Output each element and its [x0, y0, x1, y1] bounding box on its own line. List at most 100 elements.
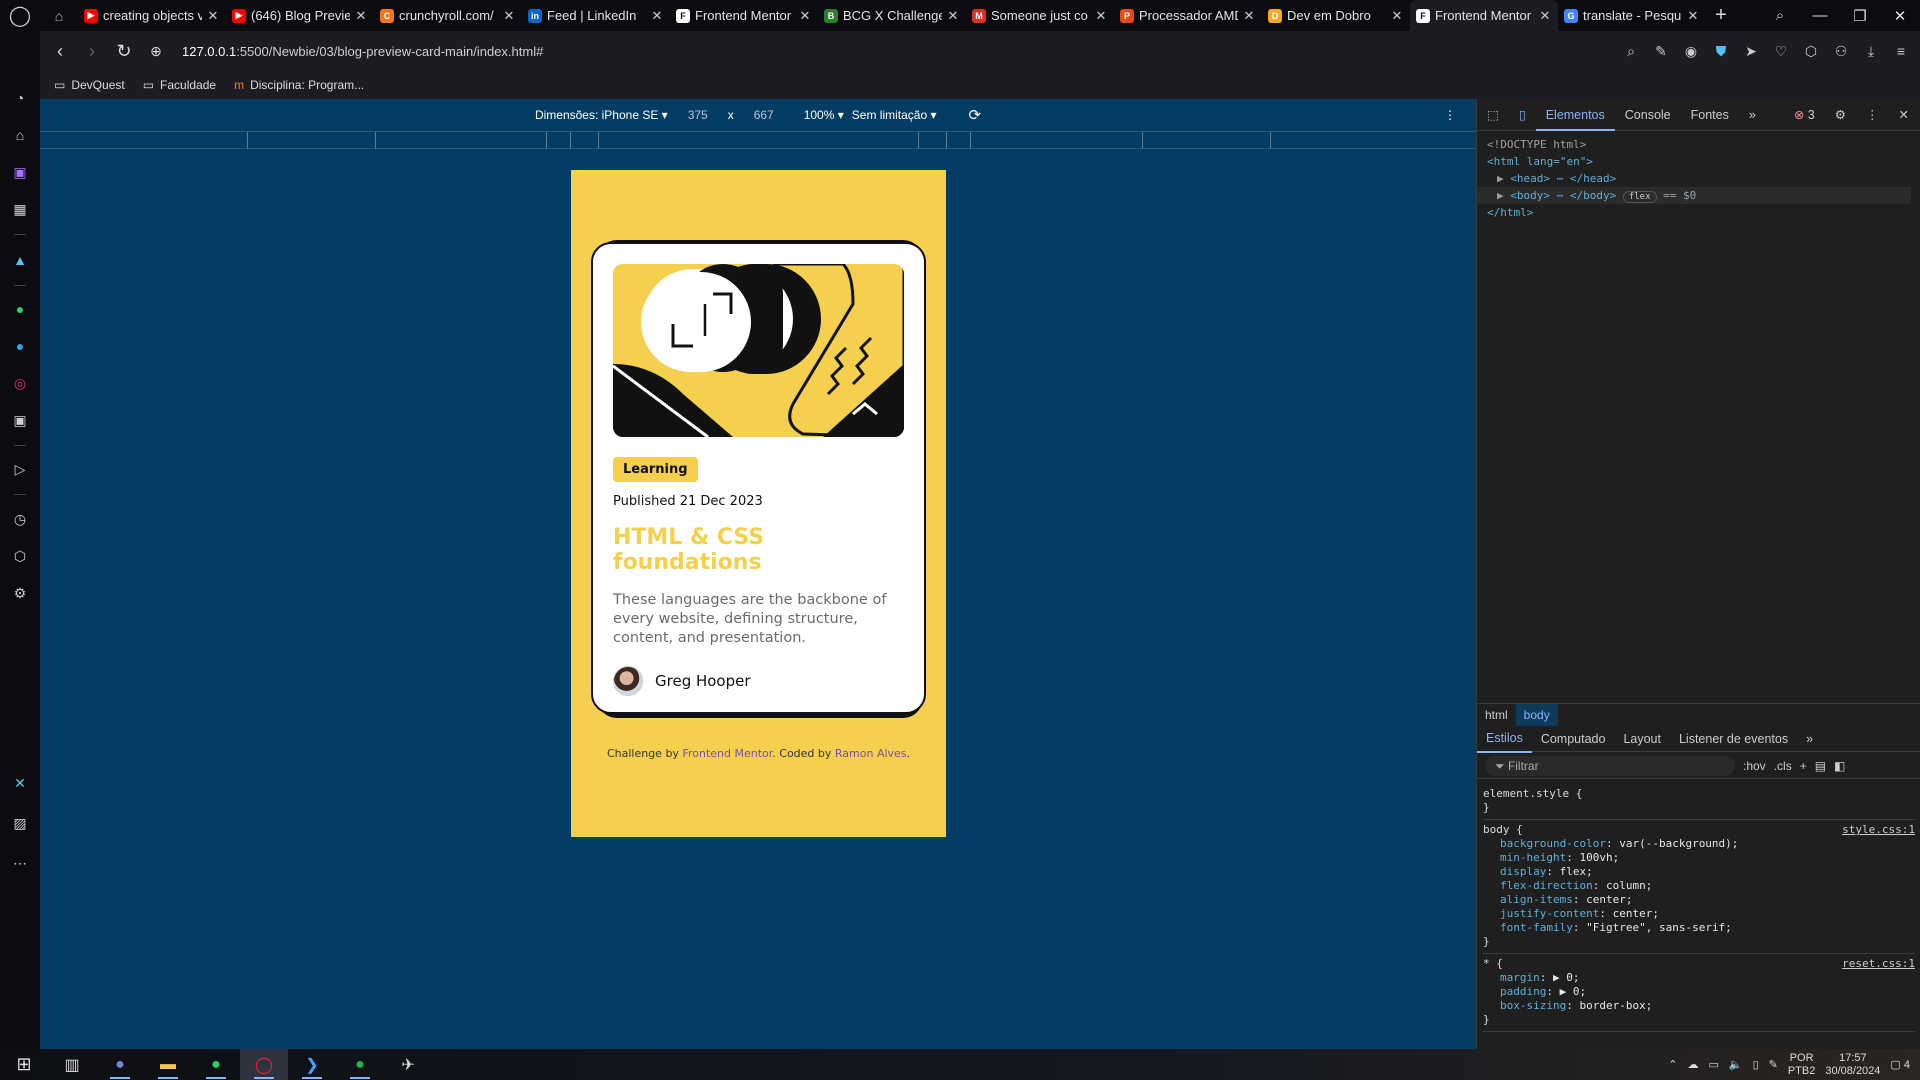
browser-tab[interactable]: F Frontend Mentor ✕ — [1410, 0, 1558, 31]
extensions-icon[interactable]: ⬡ — [1798, 43, 1824, 60]
css-value[interactable]: center; — [1613, 907, 1659, 920]
css-declaration[interactable]: font-family: "Figtree", sans-serif; — [1483, 921, 1915, 935]
css-property[interactable]: flex-direction — [1500, 879, 1593, 892]
settings-icon[interactable]: ⚙ — [1825, 99, 1856, 131]
clock[interactable]: 17:57 30/08/2024 — [1825, 1052, 1880, 1078]
bookmark-disciplina[interactable]: m Disciplina: Program... — [234, 78, 364, 92]
card-title[interactable]: HTML & CSS foundations — [613, 525, 904, 575]
css-declaration[interactable]: background-color: var(--background); — [1483, 837, 1915, 851]
css-property[interactable]: padding — [1500, 985, 1546, 998]
expand-arrow-icon[interactable]: ▶ — [1497, 172, 1510, 185]
workspaces-icon[interactable]: ⌂ — [40, 0, 78, 31]
css-declaration[interactable]: padding: ▶ 0; — [1483, 985, 1915, 999]
close-tab-icon[interactable]: ✕ — [502, 8, 516, 24]
vscode-taskbar-icon[interactable]: ❯ — [288, 1049, 336, 1080]
expand-arrow-icon[interactable]: ▶ — [1497, 189, 1510, 202]
css-value[interactable]: 100vh; — [1579, 851, 1619, 864]
reload-button[interactable]: ↻ — [108, 35, 140, 67]
height-input[interactable]: 667 — [742, 105, 786, 125]
chevron-up-icon[interactable]: ⌃ — [1668, 1058, 1677, 1071]
filter-input[interactable]: ⏷ Filtrar — [1485, 755, 1735, 776]
gallery-icon[interactable]: ▨ — [8, 811, 32, 835]
close-tab-icon[interactable]: ✕ — [1094, 8, 1108, 24]
author-link[interactable]: Ramon Alves — [835, 747, 907, 760]
close-tab-icon[interactable]: ✕ — [1390, 8, 1404, 24]
breadcrumb-body[interactable]: body — [1515, 703, 1558, 726]
css-value[interactable]: ▶ 0; — [1553, 971, 1580, 984]
edit-icon[interactable]: ✎ — [1648, 43, 1674, 60]
inspect-icon[interactable]: ⬚ — [1477, 99, 1509, 131]
minimize-button[interactable]: — — [1800, 0, 1840, 31]
css-declaration[interactable]: flex-direction: column; — [1483, 879, 1915, 893]
notifications-icon[interactable]: ▢ 4 — [1890, 1058, 1910, 1071]
player-icon[interactable]: ▦ — [8, 197, 32, 221]
dom-html-open[interactable]: <html lang="en"> — [1487, 153, 1911, 170]
media-query-ruler[interactable] — [40, 131, 1476, 149]
sidebar-toggle-icon[interactable]: ◧ — [1834, 759, 1845, 773]
speed-dial-icon[interactable]: ◔ — [8, 86, 32, 110]
css-property[interactable]: display — [1500, 865, 1546, 878]
css-property[interactable]: font-family — [1500, 921, 1573, 934]
flex-badge[interactable]: flex — [1622, 191, 1657, 203]
css-declaration[interactable]: box-sizing: border-box; — [1483, 999, 1915, 1013]
browser-tab[interactable]: P Processador AMD ✕ — [1114, 0, 1262, 31]
close-tab-icon[interactable]: ✕ — [206, 8, 220, 24]
close-tab-icon[interactable]: ✕ — [1686, 8, 1700, 24]
browser-tab[interactable]: M Someone just co ✕ — [966, 0, 1114, 31]
language-indicator[interactable]: POR PTB2 — [1788, 1052, 1816, 1078]
new-rule-icon[interactable]: + — [1800, 759, 1807, 773]
rule-source-link[interactable]: style.css:1 — [1842, 823, 1915, 837]
css-property[interactable]: margin — [1500, 971, 1540, 984]
css-value[interactable]: var(--background); — [1619, 837, 1738, 850]
restore-button[interactable]: ❐ — [1840, 0, 1880, 31]
aria-icon[interactable]: ⌂ — [8, 123, 32, 147]
style-rule[interactable]: * {reset.css:1 margin: ▶ 0; padding: ▶ 0; b… — [1483, 954, 1915, 1032]
tab-computed[interactable]: Computado — [1532, 726, 1615, 752]
new-tab-button[interactable]: + — [1706, 4, 1736, 27]
browser-tab[interactable]: in Feed | LinkedIn ✕ — [522, 0, 670, 31]
adblock-shield-icon[interactable]: ⛊ — [1708, 43, 1734, 60]
close-tab-icon[interactable]: ✕ — [650, 8, 664, 24]
browser-tab[interactable]: ▶ (646) Blog Previe ✕ — [226, 0, 374, 31]
more-tabs-icon[interactable]: » — [1739, 99, 1766, 131]
start-button[interactable]: ⊞ — [0, 1049, 48, 1080]
opera-menu-icon[interactable]: ◯ — [0, 0, 40, 31]
dom-body[interactable]: ▶ <body> ⋯ </body> flex == $0 — [1477, 187, 1911, 204]
more-tabs-icon[interactable]: » — [1797, 726, 1822, 752]
volume-icon[interactable]: 🔈 — [1729, 1058, 1743, 1071]
cls-toggle[interactable]: .cls — [1774, 759, 1792, 773]
site-info-icon[interactable]: ⊕ — [140, 35, 172, 67]
back-button[interactable]: ‹ — [44, 35, 76, 67]
tab-search-icon[interactable]: ⌕ — [1760, 0, 1800, 31]
blog-preview-card[interactable]: Learning Published 21 Dec 2023 HTML & CS… — [591, 242, 926, 714]
explorer-taskbar-icon[interactable]: ▬ — [144, 1049, 192, 1080]
breadcrumb-html[interactable]: html — [1477, 704, 1516, 726]
css-value[interactable]: flex; — [1560, 865, 1593, 878]
dom-html-close[interactable]: </html> — [1487, 204, 1911, 221]
css-property[interactable]: justify-content — [1500, 907, 1599, 920]
cloud-icon[interactable]: ☁ — [1687, 1058, 1698, 1071]
task-view-icon[interactable]: ▥ — [48, 1049, 96, 1080]
css-value[interactable]: ▶ 0; — [1560, 985, 1587, 998]
width-input[interactable]: 375 — [676, 105, 720, 125]
downloads-icon[interactable]: ⤓ — [1858, 43, 1884, 60]
zoom-select[interactable]: 100% ▾ — [804, 108, 844, 122]
whatsapp-icon[interactable]: ● — [8, 297, 32, 321]
browser-tab[interactable]: B BCG X Challenge ✕ — [818, 0, 966, 31]
browser-tab[interactable]: D Dev em Dobro ✕ — [1262, 0, 1410, 31]
telegram-icon[interactable]: ● — [8, 334, 32, 358]
browser-tab[interactable]: F Frontend Mentor ✕ — [670, 0, 818, 31]
arc-icon[interactable]: ▲ — [8, 248, 32, 272]
instagram-icon[interactable]: ◎ — [8, 371, 32, 395]
discord-icon[interactable]: ▣ — [8, 408, 32, 432]
css-property[interactable]: align-items — [1500, 893, 1573, 906]
css-declaration[interactable]: min-height: 100vh; — [1483, 851, 1915, 865]
css-value[interactable]: border-box; — [1579, 999, 1652, 1012]
css-property[interactable]: background-color — [1500, 837, 1606, 850]
spotify-taskbar-icon[interactable]: ● — [336, 1049, 384, 1080]
tab-event-listeners[interactable]: Listener de eventos — [1670, 726, 1797, 752]
pen-icon[interactable]: ✎ — [1769, 1058, 1778, 1071]
rotate-icon[interactable]: ⟳ — [968, 106, 981, 124]
close-tab-icon[interactable]: ✕ — [1538, 8, 1552, 24]
hov-toggle[interactable]: :hov — [1743, 759, 1766, 773]
